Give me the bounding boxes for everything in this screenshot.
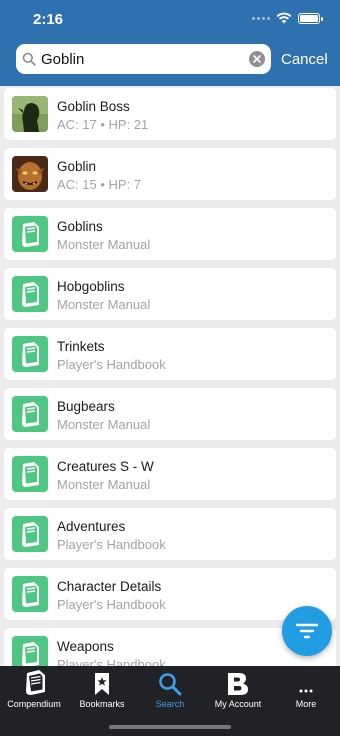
row-title: Adventures: [57, 519, 126, 534]
row-subtitle: AC: 15 • HP: 7: [57, 177, 142, 192]
row-subtitle: Monster Manual: [57, 477, 151, 492]
tab-compendium[interactable]: Compendium: [0, 666, 68, 716]
book-icon: [12, 216, 48, 252]
book-icon: [12, 576, 48, 612]
row-title: Weapons: [57, 639, 114, 654]
row-title: Goblin Boss: [57, 99, 130, 114]
row-subtitle: Player's Handbook: [57, 537, 166, 552]
book-icon: [12, 336, 48, 372]
tab-more[interactable]: More: [272, 666, 340, 716]
cellular-signal-icon: [252, 16, 270, 20]
bookmark-icon: [95, 673, 109, 695]
row-subtitle: Player's Handbook: [57, 597, 166, 612]
row-title: Goblin: [57, 159, 97, 174]
row-subtitle: AC: 17 • HP: 21: [57, 117, 149, 132]
list-item[interactable]: Hobgoblins Monster Manual: [4, 268, 336, 320]
row-subtitle: Monster Manual: [57, 237, 151, 252]
list-item[interactable]: Trinkets Player's Handbook: [4, 328, 336, 380]
row-title: Bugbears: [57, 399, 115, 414]
tab-label: Compendium: [7, 699, 61, 709]
book-icon: [12, 516, 48, 552]
tab-bookmarks[interactable]: Bookmarks: [68, 666, 136, 716]
list-item[interactable]: Bugbears Monster Manual: [4, 388, 336, 440]
list-item[interactable]: Goblins Monster Manual: [4, 208, 336, 260]
tab-label: Bookmarks: [79, 699, 125, 709]
row-subtitle: Monster Manual: [57, 297, 151, 312]
list-item[interactable]: Goblin Boss AC: 17 • HP: 21: [4, 88, 336, 140]
search-bar[interactable]: [16, 44, 271, 74]
goblin-boss-portrait: [12, 96, 48, 132]
book-icon: [12, 456, 48, 492]
status-bar: 2:16: [0, 0, 340, 38]
row-subtitle: Monster Manual: [57, 417, 151, 432]
book-icon: [12, 636, 48, 666]
tab-label: More: [295, 699, 317, 709]
clear-search-button[interactable]: [249, 51, 265, 67]
status-time: 2:16: [33, 11, 64, 28]
status-icons: [252, 12, 323, 24]
row-subtitle: Player's Handbook: [57, 657, 166, 666]
tab-label: My Account: [214, 699, 262, 709]
tab-my-account[interactable]: My Account: [204, 666, 272, 716]
row-title: Goblins: [57, 219, 103, 234]
filter-icon: [295, 623, 319, 639]
book-icon: [12, 276, 48, 312]
wifi-icon: [276, 12, 292, 24]
list-item[interactable]: Character Details Player's Handbook: [4, 568, 336, 620]
row-title: Trinkets: [57, 339, 105, 354]
goblin-portrait: [12, 156, 48, 192]
row-subtitle: Player's Handbook: [57, 357, 166, 372]
row-title: Hobgoblins: [57, 279, 125, 294]
book-icon: [12, 396, 48, 432]
battery-icon: [298, 12, 323, 24]
filter-button[interactable]: [282, 606, 332, 656]
search-results-list[interactable]: Goblin Boss AC: 17 • HP: 21 Goblin AC: 1…: [0, 86, 340, 666]
cancel-button[interactable]: Cancel: [281, 51, 328, 68]
list-item[interactable]: Goblin AC: 15 • HP: 7: [4, 148, 336, 200]
dndbeyond-b-icon: [228, 673, 248, 695]
home-indicator: [109, 725, 231, 729]
row-title: Character Details: [57, 579, 162, 594]
tab-label: Search: [155, 699, 185, 709]
list-item[interactable]: Adventures Player's Handbook: [4, 508, 336, 560]
app-header: 2:16 Cancel: [0, 0, 340, 86]
row-title: Creatures S - W: [57, 459, 154, 474]
close-icon: [253, 55, 261, 63]
search-icon: [22, 52, 36, 66]
list-item[interactable]: Creatures S - W Monster Manual: [4, 448, 336, 500]
search-input[interactable]: [41, 50, 241, 68]
search-icon: [159, 673, 182, 696]
compendium-icon: [26, 670, 45, 695]
more-icon: [299, 689, 313, 693]
tab-search[interactable]: Search: [136, 666, 204, 716]
